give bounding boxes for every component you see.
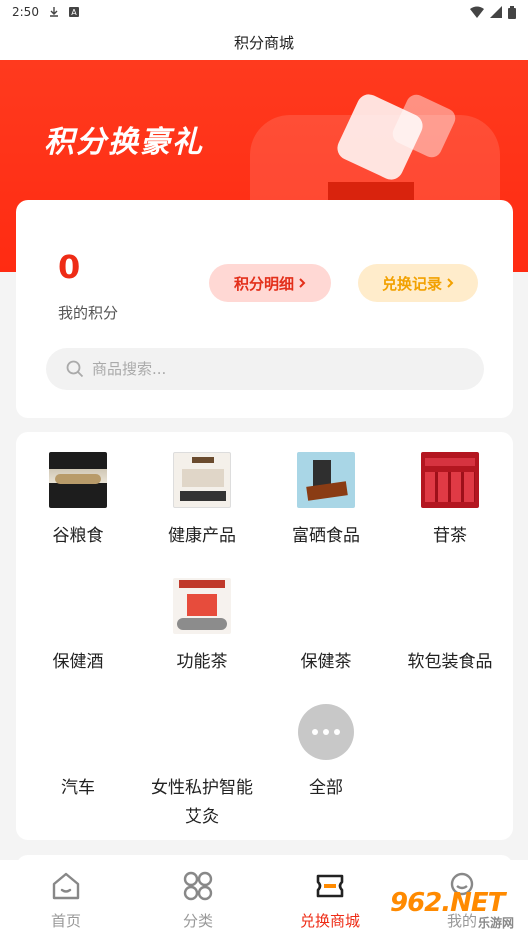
exchange-record-button[interactable]: 兑换记录 (358, 264, 478, 302)
category-item-health[interactable]: 健康产品 (140, 452, 264, 551)
category-item-car[interactable]: 汽车 (16, 704, 140, 803)
category-item-selenium[interactable]: 富硒食品 (264, 452, 388, 551)
category-item-moxibustion[interactable]: 女性私护智能艾灸 (140, 704, 264, 832)
tab-home[interactable]: 首页 (0, 860, 132, 938)
category-image-tea (421, 452, 479, 508)
status-bar: 2:50 A (0, 0, 528, 24)
watermark-logo: 962.NET 乐游网 (390, 888, 520, 932)
tab-category[interactable]: 分类 (132, 860, 264, 938)
category-label: 女性私护智能艾灸 (151, 778, 253, 827)
category-image-packaged-food (421, 578, 479, 634)
banner-decoration-slot (328, 182, 414, 202)
category-label: 汽车 (61, 778, 95, 798)
category-label: 功能茶 (176, 652, 228, 672)
category-item-functional-tea[interactable]: 功能茶 (140, 578, 264, 677)
chevron-right-icon (299, 278, 306, 288)
svg-text:A: A (71, 8, 77, 17)
watermark-sub: 乐游网 (477, 916, 514, 930)
tab-label: 兑换商城 (299, 912, 360, 930)
category-label: 苷茶 (433, 526, 467, 546)
category-label: 全部 (309, 778, 343, 798)
points-value: 0 (58, 248, 81, 286)
category-image-moxibustion (173, 704, 231, 760)
points-label: 我的积分 (58, 304, 119, 322)
search-input[interactable] (92, 360, 462, 378)
category-label: 富硒食品 (292, 526, 360, 546)
app-header: 积分商城 (0, 24, 528, 60)
category-image-car (49, 704, 107, 760)
category-image-grain (49, 452, 107, 508)
wifi-icon (470, 6, 484, 18)
category-image-health-tea (297, 578, 355, 634)
exchange-record-label: 兑换记录 (381, 274, 442, 293)
category-image-selenium (297, 452, 355, 508)
battery-icon (508, 5, 516, 19)
exchange-icon (316, 874, 344, 898)
category-image-functional-tea (173, 578, 231, 634)
category-item-health-tea[interactable]: 保健茶 (264, 578, 388, 677)
banner-title: 积分换豪礼 (44, 125, 204, 160)
search-bar[interactable] (46, 348, 484, 390)
category-label: 软包装食品 (407, 652, 493, 672)
category-item-all[interactable]: 全部 (264, 704, 388, 803)
grid-icon (183, 871, 213, 901)
points-detail-label: 积分明细 (233, 274, 294, 293)
notification-a-icon: A (68, 7, 79, 17)
category-item-liquor[interactable]: 保健酒 (16, 578, 140, 677)
category-label: 保健酒 (52, 652, 104, 672)
signal-icon (490, 6, 502, 18)
tab-exchange-mall[interactable]: 兑换商城 (264, 860, 396, 938)
status-time: 2:50 (12, 5, 39, 19)
download-icon (49, 7, 58, 17)
tab-label: 首页 (50, 912, 81, 930)
home-icon (52, 872, 80, 900)
category-image-health (173, 452, 231, 508)
category-label: 谷粮食 (52, 526, 104, 546)
category-card: 谷粮食 健康产品 富硒食品 苷茶 保健酒 功能茶 保健茶 软包装食品 汽车 女性… (16, 432, 513, 840)
category-label: 保健茶 (300, 652, 352, 672)
category-item-packaged-food[interactable]: 软包装食品 (388, 578, 512, 677)
category-item-grain[interactable]: 谷粮食 (16, 452, 140, 551)
tab-label: 分类 (182, 912, 213, 930)
chevron-right-icon (447, 278, 454, 288)
points-card: 0 我的积分 积分明细 兑换记录 (16, 200, 513, 418)
category-label: 健康产品 (168, 526, 236, 546)
points-detail-button[interactable]: 积分明细 (209, 264, 331, 302)
more-icon (298, 704, 354, 760)
page-title: 积分商城 (233, 33, 294, 52)
search-icon (66, 360, 84, 378)
category-item-tea[interactable]: 苷茶 (388, 452, 512, 551)
category-image-liquor (49, 578, 107, 634)
